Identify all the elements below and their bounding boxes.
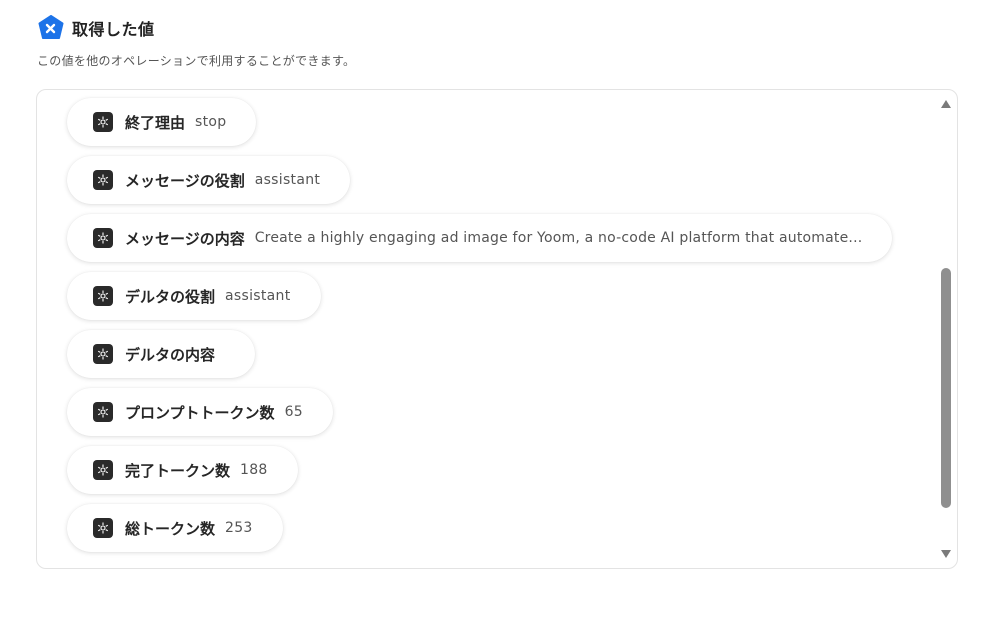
value-chip-total-tokens[interactable]: 総トークン数 253 [67,504,283,552]
value-chip-prompt-tokens[interactable]: プロンプトトークン数 65 [67,388,333,436]
value-chip-message-content[interactable]: メッセージの内容 Create a highly engaging ad ima… [67,214,893,262]
value-text: 65 [284,404,303,420]
page-title: 取得した値 [72,20,155,39]
openai-icon [93,170,113,190]
value-label: デルタの役割 [125,287,216,306]
value-chip-finish-reason[interactable]: 終了理由 stop [67,98,257,146]
scroll-up-arrow-icon[interactable] [941,100,951,108]
value-text: Create a highly engaging ad image for Yo… [254,230,863,246]
values-panel: 終了理由 stop メッセージの役割 assistant メッセージの内容 Cr… [36,89,958,569]
value-text: 253 [225,520,253,536]
openai-icon [93,286,113,306]
value-label: メッセージの内容 [125,229,245,248]
value-text: assistant [225,288,291,304]
openai-icon [93,518,113,538]
value-text: 188 [240,462,268,478]
yoom-logo-icon [38,15,64,39]
values-list: 終了理由 stop メッセージの役割 assistant メッセージの内容 Cr… [67,98,893,552]
value-label: デルタの内容 [125,345,216,364]
value-chip-message-role[interactable]: メッセージの役割 assistant [67,156,351,204]
value-label: 総トークン数 [125,519,216,538]
openai-icon [93,344,113,364]
value-label: 終了理由 [125,113,186,132]
value-text: assistant [254,172,321,188]
openai-icon [93,112,113,132]
openai-icon [93,402,113,422]
value-chip-delta-content[interactable]: デルタの内容 [67,330,256,378]
openai-icon [93,460,113,480]
scrollbar-thumb[interactable] [941,268,951,508]
scroll-down-arrow-icon[interactable] [941,550,951,558]
page-description: この値を他のオペレーションで利用することができます。 [37,54,356,68]
header: 取得した値 [38,15,155,41]
value-chip-delta-role[interactable]: デルタの役割 assistant [67,272,321,320]
value-label: プロンプトトークン数 [125,403,275,422]
value-label: 完了トークン数 [125,461,231,480]
value-text: stop [195,114,227,130]
openai-icon [93,228,113,248]
scrollbar[interactable] [939,96,953,562]
value-label: メッセージの役割 [125,171,245,190]
value-chip-completion-tokens[interactable]: 完了トークン数 188 [67,446,298,494]
